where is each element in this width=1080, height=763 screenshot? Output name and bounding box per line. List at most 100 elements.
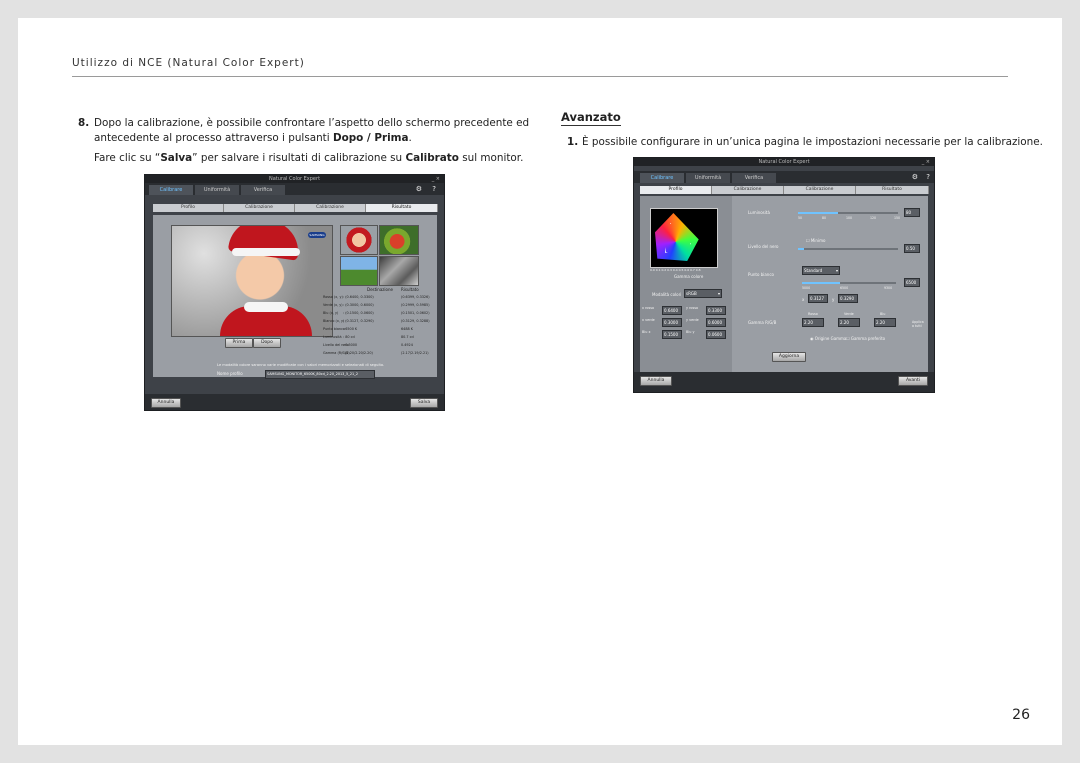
primary-value-input[interactable]: 0.6000 [706, 318, 726, 327]
white-x-input[interactable]: 0.3127 [808, 294, 828, 303]
result-table-cell: (0.1501, 0.0602) [401, 311, 430, 315]
settings-panel: 0.0 0.1 0.2 0.3 0.4 0.5 0.6 0.7 0.8 Gamm… [640, 196, 928, 372]
gamma-label: Gamma R/G/B [748, 320, 777, 325]
tab-calibrare[interactable]: Calibrare [640, 173, 684, 183]
primary-value-input[interactable]: 0.1500 [662, 330, 682, 339]
primary-value-input[interactable]: 0.3000 [662, 318, 682, 327]
thumbnail-baby[interactable] [340, 225, 378, 255]
luminance-scale-tick: 100 [846, 216, 853, 220]
step-calibrazione: Calibrazione [712, 186, 784, 194]
color-mode-label: Modalità colori [652, 292, 682, 297]
radio-origin-gamma[interactable]: ◉ Origine Gamma [810, 336, 846, 341]
bottom-bar: Annulla Salva [145, 394, 444, 410]
result-table-cell: 0.4924 [401, 343, 413, 347]
brand-logo: SAMSUNG [308, 232, 326, 238]
window-titlebar: Natural Color Expert [145, 175, 444, 183]
step-risultato: Risultato [856, 186, 929, 194]
result-table-cell: 80.7 cd [401, 335, 414, 339]
table-head-result: Risultato [401, 287, 419, 292]
result-table-cell: : (0.3000, 0.6000) [343, 303, 374, 307]
step-8-line-1: Dopo la calibrazione, è possibile confro… [94, 117, 530, 129]
tab-bar: Calibrare Uniformità Verifica ⚙ ? [145, 183, 444, 195]
white-point-label: Punto bianco [748, 272, 774, 277]
thumbnail-collage[interactable] [379, 256, 419, 286]
result-table-cell: : 0.5000 [343, 343, 358, 347]
profile-label: Nome profilo [217, 371, 243, 376]
thumbnail-apples[interactable] [379, 225, 419, 255]
luminance-label: Luminosità [748, 210, 770, 215]
primary-value-input[interactable]: 0.6400 [662, 306, 682, 315]
result-table-cell: : 80 cd [343, 335, 355, 339]
window-controls[interactable]: _ × [922, 158, 930, 166]
gear-icon[interactable]: ⚙ [416, 185, 422, 193]
refresh-button[interactable]: Aggiorna [772, 352, 806, 362]
tab-verifica[interactable]: Verifica [241, 185, 285, 195]
step-8-line-2: antecedente al processo attraverso i pul… [94, 132, 412, 144]
result-table-cell: 6488 K [401, 327, 413, 331]
luminance-value[interactable]: 80 [904, 208, 920, 217]
step-profilo: Profilo [640, 186, 712, 194]
primary-label: x verde [642, 318, 655, 322]
step-indicator: Profilo Calibrazione Calibrazione Risult… [153, 204, 438, 212]
white-scale-2: 9300 [884, 286, 893, 290]
cancel-button[interactable]: Annulla [151, 398, 181, 408]
black-level-label: Livello del nero [748, 244, 779, 249]
help-icon[interactable]: ? [432, 185, 436, 193]
step-8-line-3: Fare clic su “Salva” per salvare i risul… [94, 152, 524, 164]
prima-button[interactable]: Prima [225, 338, 253, 348]
luminance-slider[interactable] [798, 212, 898, 214]
section-heading: Avanzato [561, 110, 621, 126]
white-y-input[interactable]: 0.3290 [838, 294, 858, 303]
tab-verifica[interactable]: Verifica [732, 173, 776, 183]
next-button[interactable]: Avanti [898, 376, 928, 386]
gamut-axis-labels: 0.0 0.1 0.2 0.3 0.4 0.5 0.6 0.7 0.8 [650, 268, 701, 272]
gamma-value-input[interactable]: 2.20 [838, 318, 860, 327]
document-page: Utilizzo di NCE (Natural Color Expert) 8… [18, 18, 1062, 745]
luminance-scale-tick: 50 [798, 216, 803, 220]
step-calibrazione-2: Calibrazione [784, 186, 856, 194]
tab-uniformita[interactable]: Uniformità [195, 185, 239, 195]
baby-photo: SAMSUNG [171, 225, 333, 337]
nce-advanced-window: Natural Color Expert _ × Calibrare Unifo… [633, 157, 935, 393]
thumbnail-landscape[interactable] [340, 256, 378, 286]
gamma-value-input[interactable]: 2.20 [802, 318, 824, 327]
bottom-bar: Annulla Avanti [634, 372, 934, 392]
black-minimum-checkbox[interactable]: ☐ Minimo [806, 238, 825, 243]
white-y-label: y [832, 297, 835, 302]
result-table-cell: Rosso (x, y) [323, 295, 343, 299]
gamma-channel-label: Blu [880, 312, 886, 316]
radio-preferred-gamma[interactable]: ☐ Gamma preferito [846, 336, 885, 341]
primary-label: Blu y [686, 330, 695, 334]
tab-uniformita[interactable]: Uniformità [686, 173, 730, 183]
white-mode-select[interactable]: Standard ▾ [802, 266, 840, 275]
tab-calibrare[interactable]: Calibrare [149, 185, 193, 195]
result-table-cell: Bianco (x, y) [323, 319, 345, 323]
white-scale-0: 5000 [802, 286, 811, 290]
running-header: Utilizzo di NCE (Natural Color Expert) [72, 57, 305, 69]
result-table-cell: : (0.1500, 0.0600) [343, 311, 374, 315]
gear-icon[interactable]: ⚙ [912, 173, 918, 181]
white-point-slider[interactable] [802, 282, 896, 284]
primary-value-input[interactable]: 0.3300 [706, 306, 726, 315]
apply-all-link[interactable]: Applica a tutti [912, 320, 926, 328]
gamma-value-input[interactable]: 2.20 [874, 318, 896, 327]
result-table-cell: Punto bianco [323, 327, 346, 331]
black-level-slider[interactable] [798, 248, 898, 250]
save-button[interactable]: Salva [410, 398, 438, 408]
profile-name-input[interactable]: SAMSUNG_MONITOR_6500K_80cd_2.20_2013_5_2… [265, 370, 375, 379]
luminance-scale-tick: 150 [894, 216, 901, 220]
primary-label: x rosso [642, 306, 655, 310]
step-indicator: Profilo Calibrazione Calibrazione Risult… [640, 186, 929, 194]
info-text: Le modalità colore saranno varie modific… [217, 363, 385, 367]
color-mode-select[interactable]: sRGB ▾ [684, 289, 722, 298]
black-level-value[interactable]: 0.50 [904, 244, 920, 253]
white-point-value[interactable]: 6500 [904, 278, 920, 287]
help-icon[interactable]: ? [926, 173, 930, 181]
luminance-scale-tick: 80 [822, 216, 827, 220]
window-controls[interactable]: _ × [432, 175, 440, 183]
cancel-button[interactable]: Annulla [640, 376, 672, 386]
result-table-cell: Blu (x, y) [323, 311, 339, 315]
primary-value-input[interactable]: 0.0600 [706, 330, 726, 339]
dopo-button[interactable]: Dopo [253, 338, 281, 348]
result-table-cell: (0.3129, 0.3288) [401, 319, 430, 323]
